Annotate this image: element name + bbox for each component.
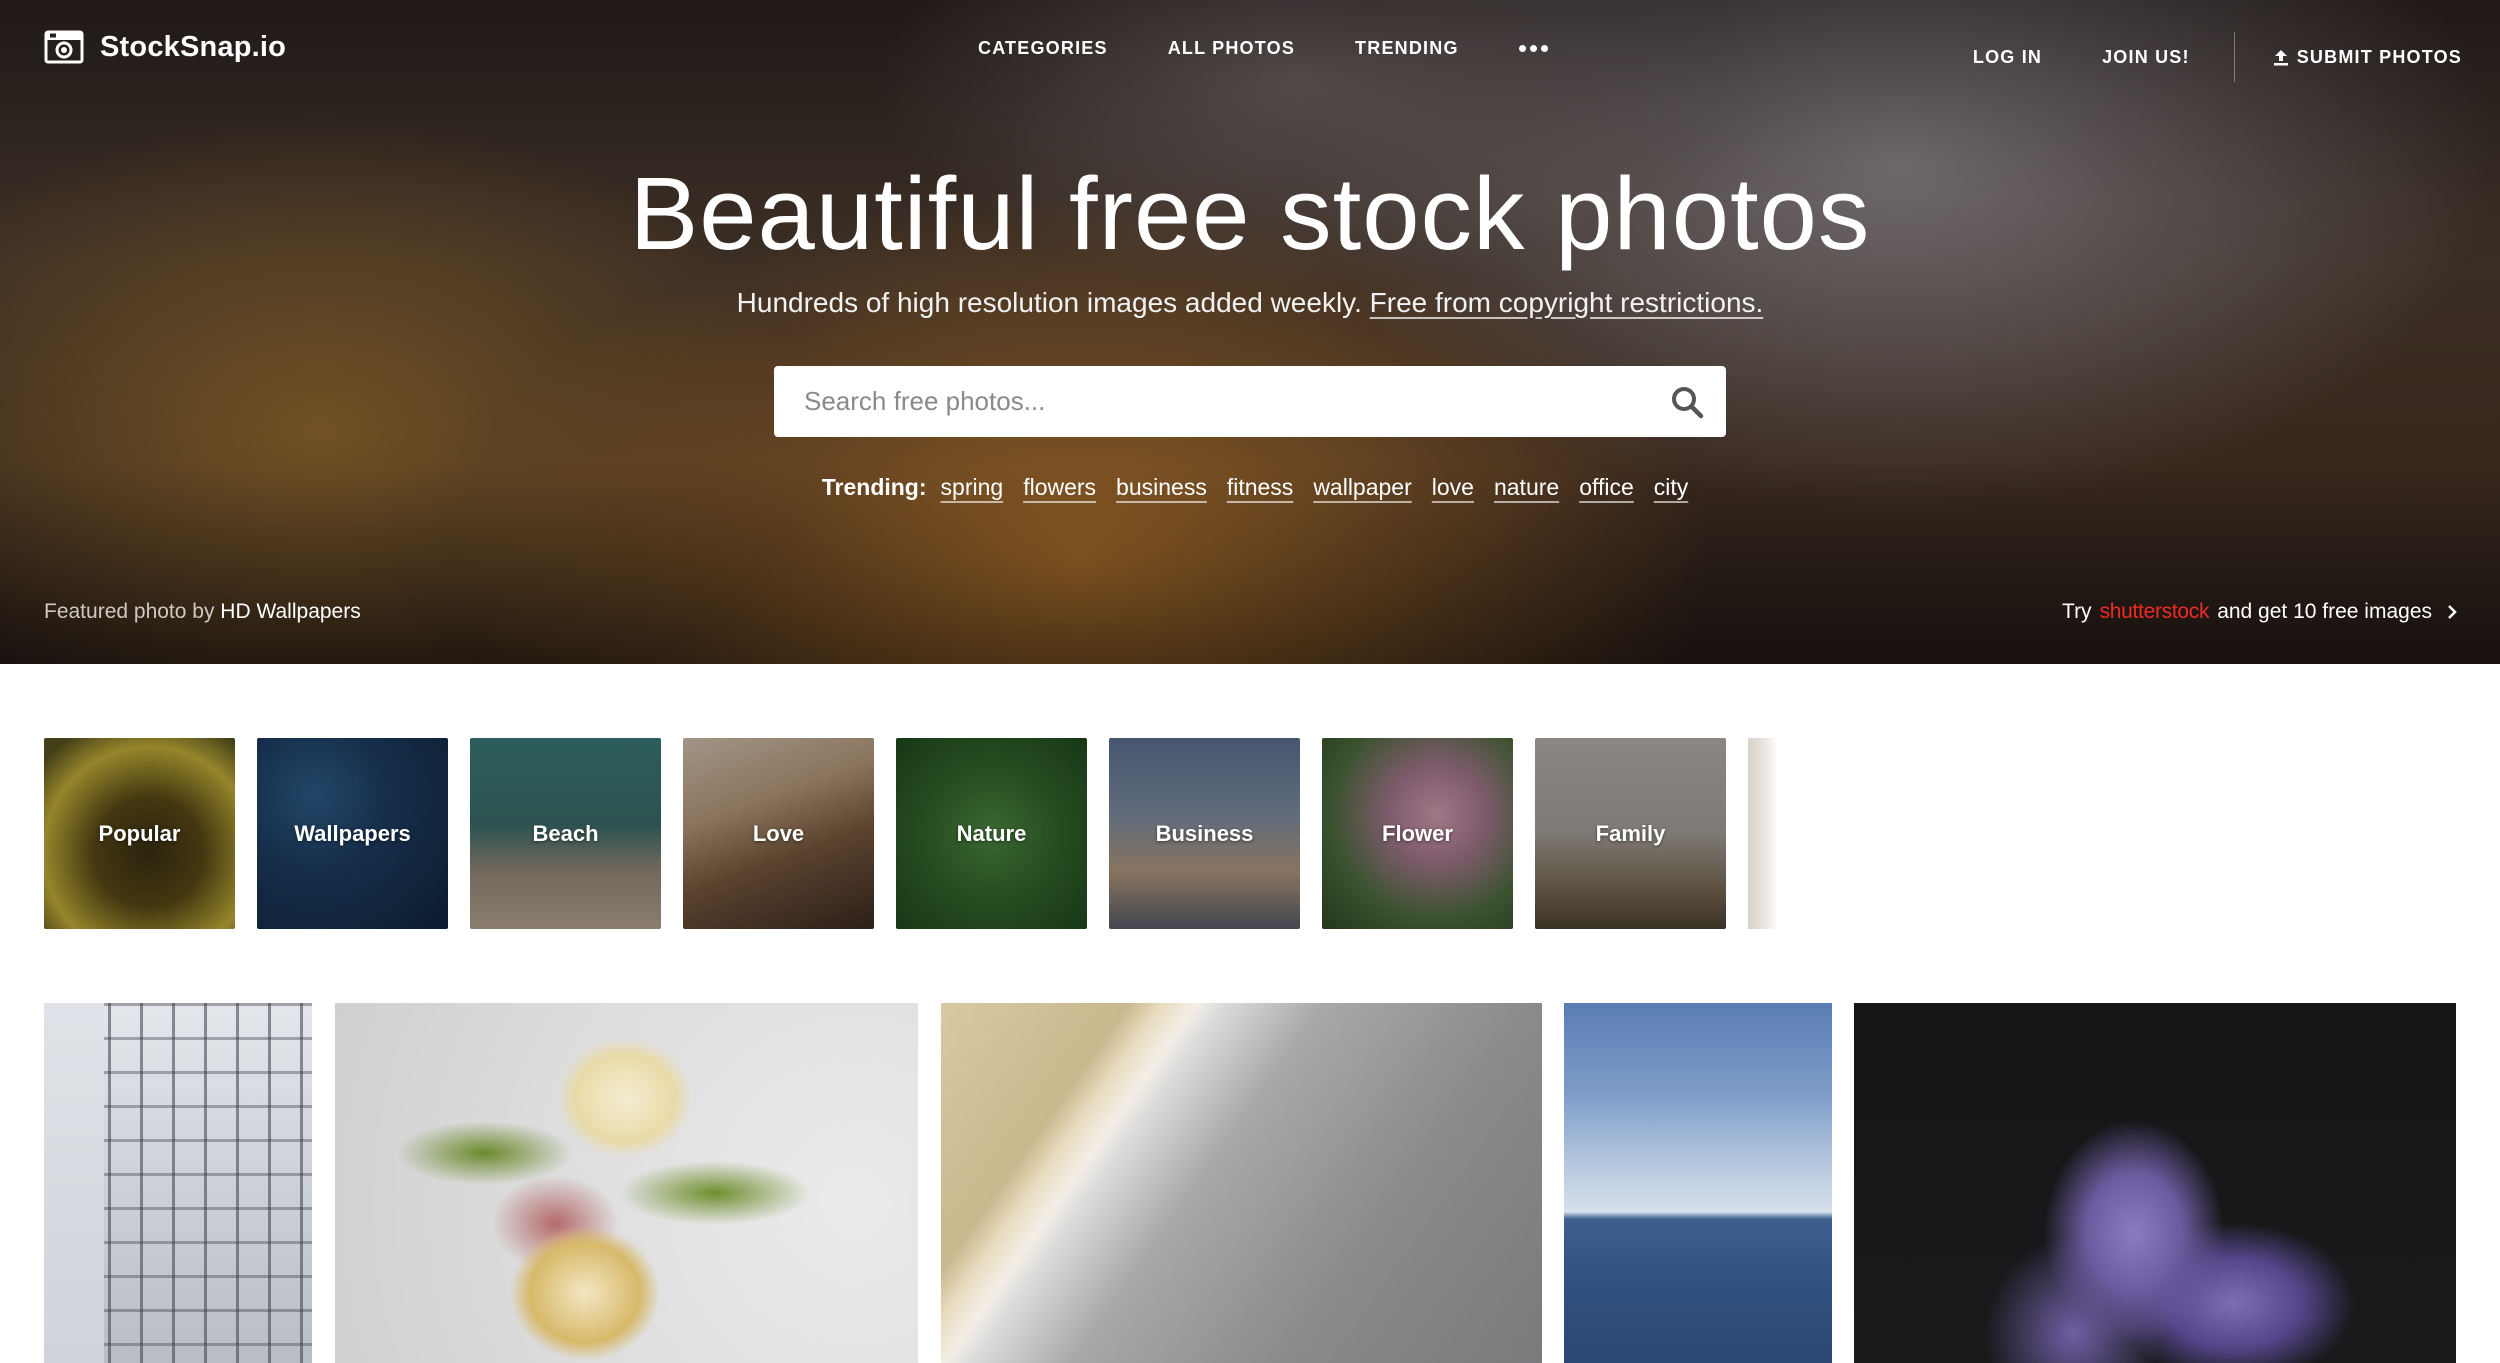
- category-beach[interactable]: Beach: [470, 738, 661, 929]
- site-logo-text: StockSnap.io: [100, 30, 287, 63]
- promo-prefix: Try: [2062, 600, 2092, 623]
- category-label: Popular: [98, 820, 181, 846]
- shutterstock-logo: shutterstock: [2099, 600, 2210, 623]
- main-nav: CATEGORIES ALL PHOTOS TRENDING: [978, 32, 1548, 64]
- trending-tag-business[interactable]: business: [1116, 474, 1207, 501]
- category-label: Love: [752, 820, 805, 846]
- photo-eggs-benedict[interactable]: [335, 1003, 918, 1363]
- photo-abstract-surface[interactable]: [941, 1003, 1542, 1363]
- nav-divider: [2233, 32, 2235, 82]
- trending-tag-city[interactable]: city: [1654, 474, 1689, 501]
- trending-tag-fitness[interactable]: fitness: [1227, 474, 1293, 501]
- user-nav: LOG IN JOIN US! SUBMIT PHOTOS: [1913, 32, 2462, 82]
- nav-all-photos[interactable]: ALL PHOTOS: [1168, 32, 1295, 64]
- category-label: Family: [1595, 820, 1666, 846]
- more-dots-icon[interactable]: [1518, 32, 1548, 64]
- search-input[interactable]: [774, 366, 1634, 437]
- category-flower[interactable]: Flower: [1322, 738, 1513, 929]
- site-logo[interactable]: StockSnap.io: [44, 30, 286, 64]
- category-label: Nature: [956, 820, 1027, 846]
- category-strip: Popular Wallpapers Beach Love Nature Bus…: [44, 738, 1778, 929]
- hero-banner: StockSnap.io CATEGORIES ALL PHOTOS TREND…: [0, 0, 2500, 664]
- category-label: Flower: [1382, 820, 1453, 846]
- shutterstock-promo[interactable]: Try shutterstock and get 10 free images: [2062, 600, 2458, 624]
- login-link[interactable]: LOG IN: [1973, 41, 2042, 73]
- category-business[interactable]: Business: [1109, 738, 1300, 929]
- photo-sea-horizon[interactable]: [1564, 1003, 1832, 1363]
- nav-categories[interactable]: CATEGORIES: [978, 32, 1108, 64]
- nav-trending[interactable]: TRENDING: [1355, 32, 1459, 64]
- photo-purple-flower[interactable]: [1854, 1003, 2456, 1363]
- trending-tag-nature[interactable]: nature: [1494, 474, 1559, 501]
- upload-icon: [2273, 49, 2288, 65]
- trending-tag-wallpaper[interactable]: wallpaper: [1313, 474, 1411, 501]
- hero-title: Beautiful free stock photos: [629, 156, 1871, 271]
- featured-prefix: Featured photo by: [44, 600, 215, 623]
- hero-subtitle: Hundreds of high resolution images added…: [0, 287, 2500, 319]
- submit-photos-link[interactable]: SUBMIT PHOTOS: [2273, 41, 2462, 73]
- category-wallpapers[interactable]: Wallpapers: [257, 738, 448, 929]
- category-love[interactable]: Love: [683, 738, 874, 929]
- trending-tags: Trending: spring flowers business fitnes…: [0, 474, 2500, 501]
- featured-credit: Featured photo by HD Wallpapers: [44, 600, 361, 624]
- search-icon[interactable]: [1670, 385, 1704, 419]
- copyright-link[interactable]: Free from copyright restrictions.: [1370, 287, 1764, 318]
- submit-photos-label: SUBMIT PHOTOS: [2296, 47, 2462, 67]
- join-link[interactable]: JOIN US!: [2102, 41, 2190, 73]
- camera-logo-icon: [44, 30, 84, 64]
- promo-suffix: and get 10 free images: [2217, 600, 2432, 623]
- trending-tag-spring[interactable]: spring: [941, 474, 1004, 501]
- chevron-right-icon: [2448, 605, 2457, 619]
- category-next-partial[interactable]: [1748, 738, 1778, 929]
- category-nature[interactable]: Nature: [896, 738, 1087, 929]
- hero-subtitle-text: Hundreds of high resolution images added…: [736, 287, 1362, 318]
- category-family[interactable]: Family: [1535, 738, 1726, 929]
- trending-tag-love[interactable]: love: [1432, 474, 1474, 501]
- photo-building[interactable]: [44, 1003, 312, 1363]
- category-label: Business: [1155, 820, 1254, 846]
- category-label: Beach: [532, 820, 599, 846]
- trending-tag-office[interactable]: office: [1579, 474, 1634, 501]
- category-popular[interactable]: Popular: [44, 738, 235, 929]
- featured-author-link[interactable]: HD Wallpapers: [220, 600, 360, 623]
- search-box: [774, 366, 1726, 437]
- category-label: Wallpapers: [294, 820, 411, 846]
- trending-tag-flowers[interactable]: flowers: [1023, 474, 1096, 501]
- trending-label: Trending:: [821, 474, 927, 500]
